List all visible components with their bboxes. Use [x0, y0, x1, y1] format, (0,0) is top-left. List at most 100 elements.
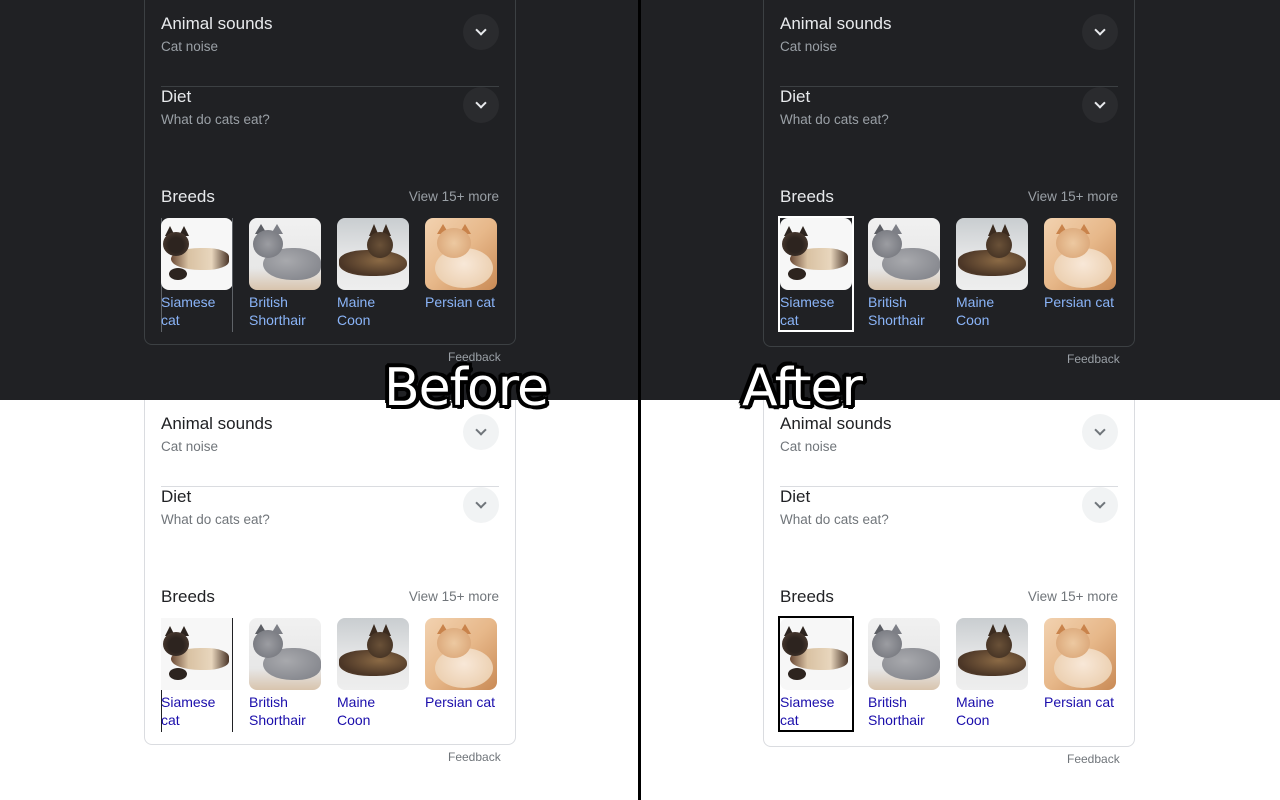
breed-name: Persian cat: [425, 294, 496, 310]
accordion-diet[interactable]: Diet What do cats eat?: [161, 487, 499, 559]
british-shorthair-image: [868, 618, 940, 690]
persian-cat-image: [425, 218, 497, 290]
breed-british-shorthair[interactable]: British Shorthair: [249, 618, 321, 730]
breed-british-shorthair[interactable]: British Shorthair: [868, 618, 940, 730]
maine-coon-image: [956, 618, 1028, 690]
accordion-animal-sounds[interactable]: Animal sounds Cat noise: [780, 14, 1118, 87]
chevron-down-icon: [475, 497, 487, 509]
row-title: Animal sounds: [780, 14, 892, 33]
expand-button[interactable]: [463, 14, 499, 50]
breed-maine-coon[interactable]: Maine Coon: [956, 618, 1028, 730]
expand-button[interactable]: [463, 487, 499, 523]
chevron-down-icon: [1094, 424, 1106, 436]
chevron-down-icon: [475, 24, 487, 36]
breed-siamese[interactable]: Siamese cat: [778, 616, 854, 732]
accordion-diet[interactable]: Diet What do cats eat?: [161, 87, 499, 159]
knowledge-card: Animal sounds Cat noise Diet What do cat…: [144, 0, 516, 345]
breed-maine-coon[interactable]: Maine Coon: [956, 218, 1028, 330]
accordion-animal-sounds[interactable]: Animal sounds Cat noise: [161, 414, 499, 487]
comparison-divider: [638, 0, 641, 800]
breed-british-shorthair[interactable]: British Shorthair: [868, 218, 940, 330]
chevron-down-icon: [1094, 497, 1106, 509]
view-more-link[interactable]: View 15+ more: [1028, 189, 1118, 204]
persian-cat-image: [425, 618, 497, 690]
breed-persian[interactable]: Persian cat: [1044, 618, 1116, 730]
siamese-cat-image: [780, 618, 852, 690]
breeds-heading: Breeds: [161, 187, 215, 206]
siamese-cat-image: [780, 218, 852, 290]
row-subtitle: What do cats eat?: [161, 112, 270, 127]
knowledge-card: Animal sounds Cat noise Diet What do cat…: [763, 0, 1135, 347]
after-dark-panel: Animal sounds Cat noise Diet What do cat…: [640, 0, 1280, 400]
breed-name: British Shorthair: [868, 694, 925, 728]
breeds-heading: Breeds: [161, 587, 215, 606]
breeds-heading: Breeds: [780, 187, 834, 206]
chevron-down-icon: [1094, 97, 1106, 109]
view-more-link[interactable]: View 15+ more: [409, 189, 499, 204]
breed-name: Siamese cat: [780, 294, 835, 328]
breed-persian[interactable]: Persian cat: [425, 618, 497, 730]
expand-button[interactable]: [1082, 487, 1118, 523]
breed-name: Maine Coon: [337, 294, 376, 328]
siamese-cat-image: [161, 618, 233, 690]
before-label: Before: [384, 358, 549, 418]
breed-persian[interactable]: Persian cat: [1044, 218, 1116, 330]
accordion-diet[interactable]: Diet What do cats eat?: [780, 87, 1118, 159]
breed-maine-coon[interactable]: Maine Coon: [337, 218, 409, 330]
row-subtitle: Cat noise: [161, 439, 219, 454]
feedback-link[interactable]: Feedback: [1067, 752, 1120, 766]
chevron-down-icon: [475, 97, 487, 109]
breed-name: British Shorthair: [249, 294, 306, 328]
breed-name: British Shorthair: [868, 294, 925, 328]
expand-button[interactable]: [463, 87, 499, 123]
british-shorthair-image: [249, 618, 321, 690]
view-more-link[interactable]: View 15+ more: [409, 589, 499, 604]
row-title: Diet: [780, 87, 811, 106]
maine-coon-image: [337, 618, 409, 690]
accordion-animal-sounds[interactable]: Animal sounds Cat noise: [780, 414, 1118, 487]
accordion-animal-sounds[interactable]: Animal sounds Cat noise: [161, 14, 499, 87]
accordion-diet[interactable]: Diet What do cats eat?: [780, 487, 1118, 559]
expand-button[interactable]: [1082, 87, 1118, 123]
breeds-heading: Breeds: [780, 587, 834, 606]
siamese-cat-image: [161, 218, 233, 290]
row-subtitle: What do cats eat?: [780, 512, 889, 527]
breed-name: British Shorthair: [249, 694, 306, 728]
british-shorthair-image: [868, 218, 940, 290]
breed-name: Persian cat: [425, 694, 496, 710]
maine-coon-image: [337, 218, 409, 290]
row-subtitle: What do cats eat?: [780, 112, 889, 127]
breed-persian[interactable]: Persian cat: [425, 218, 497, 330]
expand-button[interactable]: [1082, 414, 1118, 450]
feedback-link[interactable]: Feedback: [1067, 352, 1120, 366]
british-shorthair-image: [249, 218, 321, 290]
breed-siamese[interactable]: Siamese cat: [161, 218, 233, 332]
row-subtitle: What do cats eat?: [161, 512, 270, 527]
knowledge-card: Animal sounds Cat noise Diet What do cat…: [144, 400, 516, 745]
breed-name: Siamese cat: [161, 694, 216, 728]
breed-name: Maine Coon: [956, 694, 995, 728]
maine-coon-image: [956, 218, 1028, 290]
breed-name: Persian cat: [1044, 694, 1115, 710]
breed-siamese[interactable]: Siamese cat: [778, 216, 854, 332]
persian-cat-image: [1044, 618, 1116, 690]
breed-siamese[interactable]: Siamese cat: [161, 618, 233, 732]
expand-button[interactable]: [1082, 14, 1118, 50]
row-title: Animal sounds: [161, 414, 273, 433]
expand-button[interactable]: [463, 414, 499, 450]
before-dark-panel: Animal sounds Cat noise Diet What do cat…: [0, 0, 640, 400]
breed-name: Siamese cat: [161, 294, 216, 328]
chevron-down-icon: [475, 424, 487, 436]
feedback-link[interactable]: Feedback: [448, 750, 501, 764]
row-subtitle: Cat noise: [780, 39, 838, 54]
breed-name: Maine Coon: [956, 294, 995, 328]
view-more-link[interactable]: View 15+ more: [1028, 589, 1118, 604]
breed-maine-coon[interactable]: Maine Coon: [337, 618, 409, 730]
chevron-down-icon: [1094, 24, 1106, 36]
row-subtitle: Cat noise: [780, 439, 838, 454]
breed-name: Persian cat: [1044, 294, 1115, 310]
row-title: Diet: [780, 487, 811, 506]
after-label: After: [742, 358, 863, 418]
breed-british-shorthair[interactable]: British Shorthair: [249, 218, 321, 330]
before-light-panel: Animal sounds Cat noise Diet What do cat…: [0, 400, 640, 800]
